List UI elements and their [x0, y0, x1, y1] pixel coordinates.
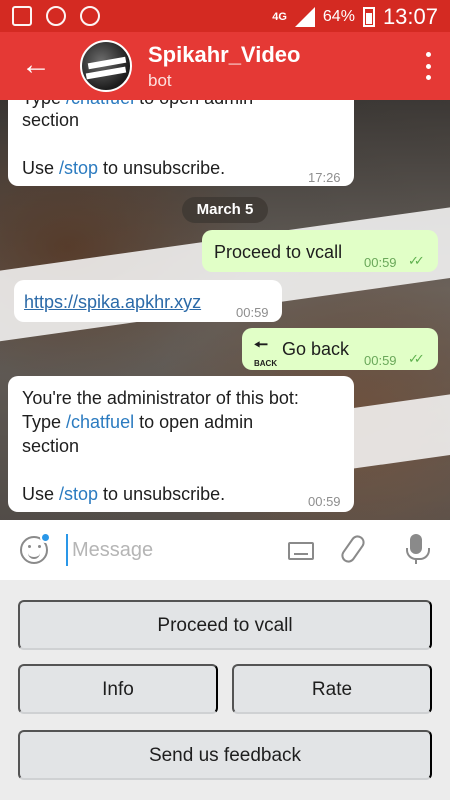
battery-percent: 64% — [322, 8, 355, 25]
attach-icon[interactable] — [338, 532, 368, 566]
message-bubble-incoming[interactable]: You're the administrator of this bot: Ty… — [8, 376, 354, 512]
message-line: Type /chatfuel to open admin — [22, 412, 254, 432]
message-line: section — [22, 110, 80, 130]
date-separator: March 5 — [182, 197, 268, 223]
message-bubble-incoming[interactable]: Type /chatfuel to open admin section Use… — [8, 100, 354, 186]
sync-notification-icon — [80, 6, 100, 26]
settings-notification-icon — [46, 6, 66, 26]
double-check-icon: ✓✓ — [408, 253, 425, 268]
stop-command-link[interactable]: /stop — [59, 158, 98, 178]
status-bar: 4G 64% 13:07 — [0, 0, 450, 32]
chatfuel-command-link[interactable]: /chatfuel — [66, 412, 134, 432]
clock: 13:07 — [382, 4, 438, 29]
bot-keyboard-icon[interactable] — [288, 542, 314, 560]
info-button[interactable]: Info — [18, 664, 218, 714]
battery-icon — [362, 7, 375, 27]
back-arrow-icon[interactable]: ← — [18, 48, 54, 84]
message-bubble-incoming[interactable]: https://spika.apkhr.xyz 00:59 — [14, 280, 282, 322]
overflow-menu-icon[interactable] — [424, 52, 432, 80]
double-check-icon: ✓✓ — [408, 351, 425, 366]
stop-command-link[interactable]: /stop — [59, 484, 98, 504]
back-emoji-icon: 🠔 BACK — [254, 337, 278, 369]
proceed-to-vcall-button[interactable]: Proceed to vcall — [18, 600, 432, 650]
message-line: section — [22, 436, 80, 456]
message-time: 17:26 — [308, 170, 341, 185]
wallpaper-stroke — [0, 206, 450, 344]
message-bubble-outgoing[interactable]: Proceed to vcall 00:59 ✓✓ — [202, 230, 438, 272]
message-bubble-outgoing[interactable]: 🠔 BACK Go back 00:59 ✓✓ — [242, 328, 438, 370]
message-url-link[interactable]: https://spika.apkhr.xyz — [24, 290, 201, 314]
chat-title[interactable]: Spikahr_Video — [148, 42, 300, 68]
message-time: 00:59 — [364, 353, 397, 368]
message-time: 00:59 — [236, 305, 269, 320]
message-text: Proceed to vcall — [214, 242, 343, 262]
chat-header: ← Spikahr_Video bot — [0, 32, 450, 100]
network-type: 4G — [272, 10, 287, 23]
bot-reply-keyboard: Proceed to vcall Info Rate Send us feedb… — [0, 580, 450, 800]
message-line: Use /stop to unsubscribe. — [22, 484, 226, 504]
chat-area[interactable]: Type /chatfuel to open admin section Use… — [0, 100, 450, 520]
chatfuel-command-link[interactable]: /chatfuel — [66, 100, 134, 108]
send-feedback-button[interactable]: Send us feedback — [18, 730, 432, 780]
message-line: Use /stop to unsubscribe. — [22, 158, 226, 178]
microphone-icon[interactable] — [406, 534, 430, 564]
message-text: 🠔 BACK Go back — [254, 337, 350, 369]
message-time: 00:59 — [364, 255, 397, 270]
avatar[interactable] — [80, 40, 132, 92]
chat-subtitle: bot — [148, 71, 172, 90]
notification-dot — [40, 532, 51, 543]
message-input-bar — [0, 520, 450, 580]
signal-icon — [294, 7, 315, 27]
message-time: 00:59 — [308, 494, 341, 509]
gallery-notification-icon — [12, 6, 32, 26]
message-input[interactable] — [66, 534, 276, 566]
rate-button[interactable]: Rate — [232, 664, 432, 714]
message-line: You're the administrator of this bot: — [22, 388, 299, 408]
